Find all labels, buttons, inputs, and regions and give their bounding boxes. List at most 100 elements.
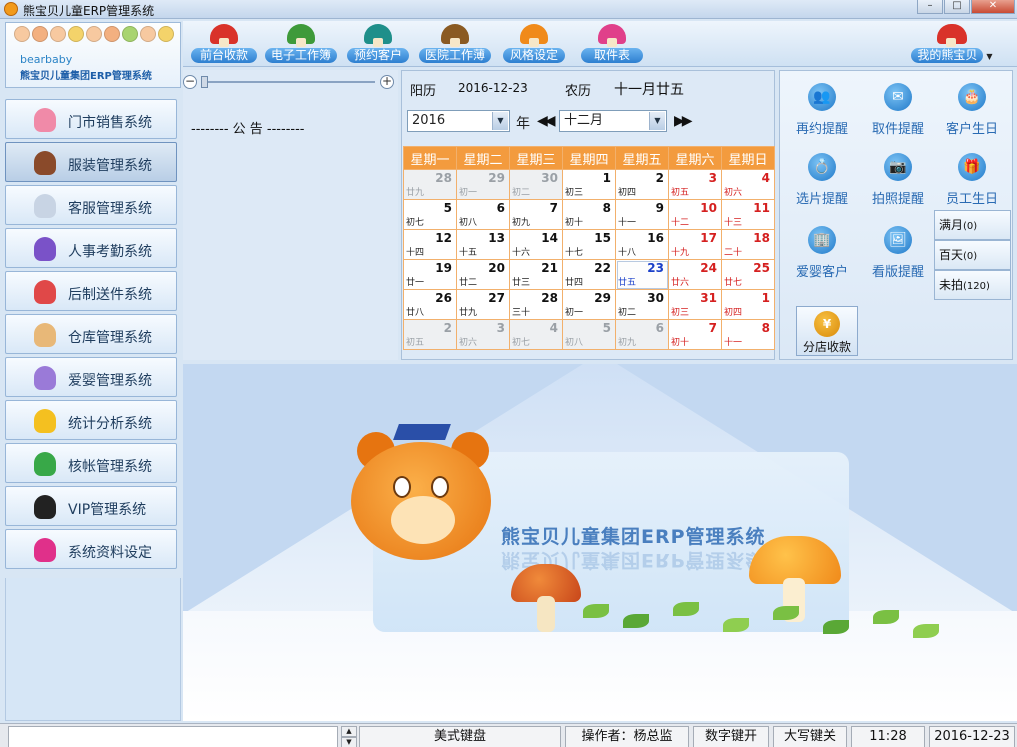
maximize-button[interactable]: □ [944,0,970,14]
toolbar-pickup-list[interactable]: 取件表 [581,24,643,64]
calendar-day[interactable]: 26 廿八 [403,289,457,320]
calendar-grid: 星期一 星期二 星期三 星期四 星期五 星期六 星期日 28 廿九 29 初一 30 初二 1 初三 2 初四… [403,146,775,350]
calendar-day[interactable]: 5 初八 [562,319,616,350]
calendar-day[interactable]: 1 初三 [562,169,616,200]
calendar-day[interactable]: 8 初十 [562,199,616,230]
chevron-down-icon[interactable]: ▼ [492,112,508,130]
day-number: 31 [700,291,717,305]
zoom-in-icon[interactable]: + [380,75,394,89]
counter-hundred-days[interactable]: 百天(0) [934,240,1011,270]
reminder-rebook[interactable]: 👥 再约提醒 [784,83,860,137]
lunar-day: 廿六 [671,278,690,288]
calendar-day[interactable]: 9 十一 [615,199,669,230]
calendar-day[interactable]: 16 十八 [615,229,669,260]
calendar-day[interactable]: 30 初二 [509,169,563,200]
solar-date: 2016-12-23 [458,81,528,95]
calendar-day[interactable]: 18 二十 [721,229,775,260]
sidebar-item-label: 客服管理系统 [68,201,152,217]
calendar-day[interactable]: 28 三十 [509,289,563,320]
spin-up-icon[interactable]: ▲ [341,726,357,737]
top-toolbar: 前台收款 电子工作簿 预约客户 医院工作薄 风格设定 取件表 我的熊宝贝 ▼ [183,21,1017,67]
toolbar-front-desk-payment[interactable]: 前台收款 [191,24,257,64]
reminder-proof-view[interactable]: 🖼 看版提醒 [860,226,936,280]
sidebar-item-baby-care[interactable]: 爱婴管理系统 [5,357,177,397]
status-message-field[interactable] [8,726,338,747]
calendar-day[interactable]: 30 初二 [615,289,669,320]
calendar-day[interactable]: 15 十七 [562,229,616,260]
capslock-status: 大写键关 [773,726,847,747]
reminder-staff-birthday[interactable]: 🎁 员工生日 [934,153,1010,207]
calendar-day[interactable]: 29 初一 [456,169,510,200]
reminder-photo-shoot[interactable]: 📷 拍照提醒 [860,153,936,207]
toolbar-hospital-workbook[interactable]: 医院工作薄 [419,24,491,64]
calendar-day[interactable]: 7 初九 [509,199,563,230]
close-button[interactable]: ✕ [971,0,1015,14]
calendar-day[interactable]: 22 廿四 [562,259,616,290]
branch-payment-button[interactable]: ¥ 分店收款 [796,306,858,356]
calendar-day[interactable]: 2 初五 [403,319,457,350]
calendar-day[interactable]: 11 十三 [721,199,775,230]
calendar-day[interactable]: 29 初一 [562,289,616,320]
zoom-out-icon[interactable]: − [183,75,197,89]
prev-month-icon[interactable]: ◀◀ [537,113,555,129]
calendar-day[interactable]: 19 廿一 [403,259,457,290]
calendar-day[interactable]: 5 初七 [403,199,457,230]
calendar-day[interactable]: 3 初五 [668,169,722,200]
sidebar-item-warehouse[interactable]: 仓库管理系统 [5,314,177,354]
my-bear-menu[interactable]: 我的熊宝贝 ▼ [899,24,1005,64]
day-number: 29 [594,291,611,305]
calendar-day[interactable]: 24 廿六 [668,259,722,290]
status-spinner[interactable]: ▲ ▼ [341,726,357,747]
calendar-day[interactable]: 31 初三 [668,289,722,320]
calendar-day[interactable]: 2 初四 [615,169,669,200]
calendar-day[interactable]: 8 十一 [721,319,775,350]
slider-thumb[interactable] [201,76,208,88]
counter-full-month[interactable]: 满月(0) [934,210,1011,240]
lunar-label: 农历 [565,84,592,99]
toolbar-style-settings[interactable]: 风格设定 [503,24,565,64]
toolbar-e-workbook[interactable]: 电子工作簿 [265,24,337,64]
calendar-day[interactable]: 17 十九 [668,229,722,260]
slider-track[interactable] [201,81,375,83]
calendar-day[interactable]: 4 初七 [509,319,563,350]
month-select[interactable]: 十二月 ▼ [559,110,667,132]
calendar-day[interactable]: 3 初六 [456,319,510,350]
zoom-slider[interactable]: − + [183,75,395,89]
calendar-day-today[interactable]: 23 廿五 [615,259,669,290]
calendar-day[interactable]: 6 初九 [615,319,669,350]
sidebar-item-settings[interactable]: 系统资料设定 [5,529,177,569]
calendar-day[interactable]: 28 廿九 [403,169,457,200]
sidebar-item-store-sales[interactable]: 门市销售系统 [5,99,177,139]
toolbar-appointments[interactable]: 预约客户 [347,24,409,64]
year-select[interactable]: 2016 ▼ [407,110,510,132]
calendar-day[interactable]: 13 十五 [456,229,510,260]
spin-down-icon[interactable]: ▼ [341,737,357,747]
calendar-day[interactable]: 12 十四 [403,229,457,260]
reminder-customer-birthday[interactable]: 🎂 客户生日 [934,83,1010,137]
reminder-baby-customers[interactable]: 🏢 爱婴客户 [784,226,860,280]
calendar-day[interactable]: 10 十二 [668,199,722,230]
reminder-photo-selection[interactable]: 💍 选片提醒 [784,153,860,207]
chevron-down-icon[interactable]: ▼ [649,112,665,130]
counter-not-shot[interactable]: 未拍(120) [934,270,1011,300]
calendar-day[interactable]: 7 初十 [668,319,722,350]
sidebar-item-vip[interactable]: VIP管理系统 [5,486,177,526]
sidebar-item-post-production[interactable]: 后制送件系统 [5,271,177,311]
sidebar-item-accounting[interactable]: 核帐管理系统 [5,443,177,483]
calendar-day[interactable]: 21 廿三 [509,259,563,290]
calendar-day[interactable]: 25 廿七 [721,259,775,290]
calendar-day[interactable]: 20 廿二 [456,259,510,290]
next-month-icon[interactable]: ▶▶ [674,113,692,129]
calendar-day[interactable]: 14 十六 [509,229,563,260]
sidebar-item-statistics[interactable]: 统计分析系统 [5,400,177,440]
calendar-day[interactable]: 4 初六 [721,169,775,200]
sidebar-item-attendance[interactable]: 人事考勤系统 [5,228,177,268]
calendar-day[interactable]: 27 廿九 [456,289,510,320]
calendar-day[interactable]: 6 初八 [456,199,510,230]
toolbar-label: 医院工作薄 [419,48,491,63]
sidebar-item-customer-service[interactable]: 客服管理系统 [5,185,177,225]
calendar-day[interactable]: 1 初四 [721,289,775,320]
minimize-button[interactable]: – [917,0,943,14]
reminder-pickup[interactable]: ✉ 取件提醒 [860,83,936,137]
sidebar-item-clothing[interactable]: 服装管理系统 [5,142,177,182]
